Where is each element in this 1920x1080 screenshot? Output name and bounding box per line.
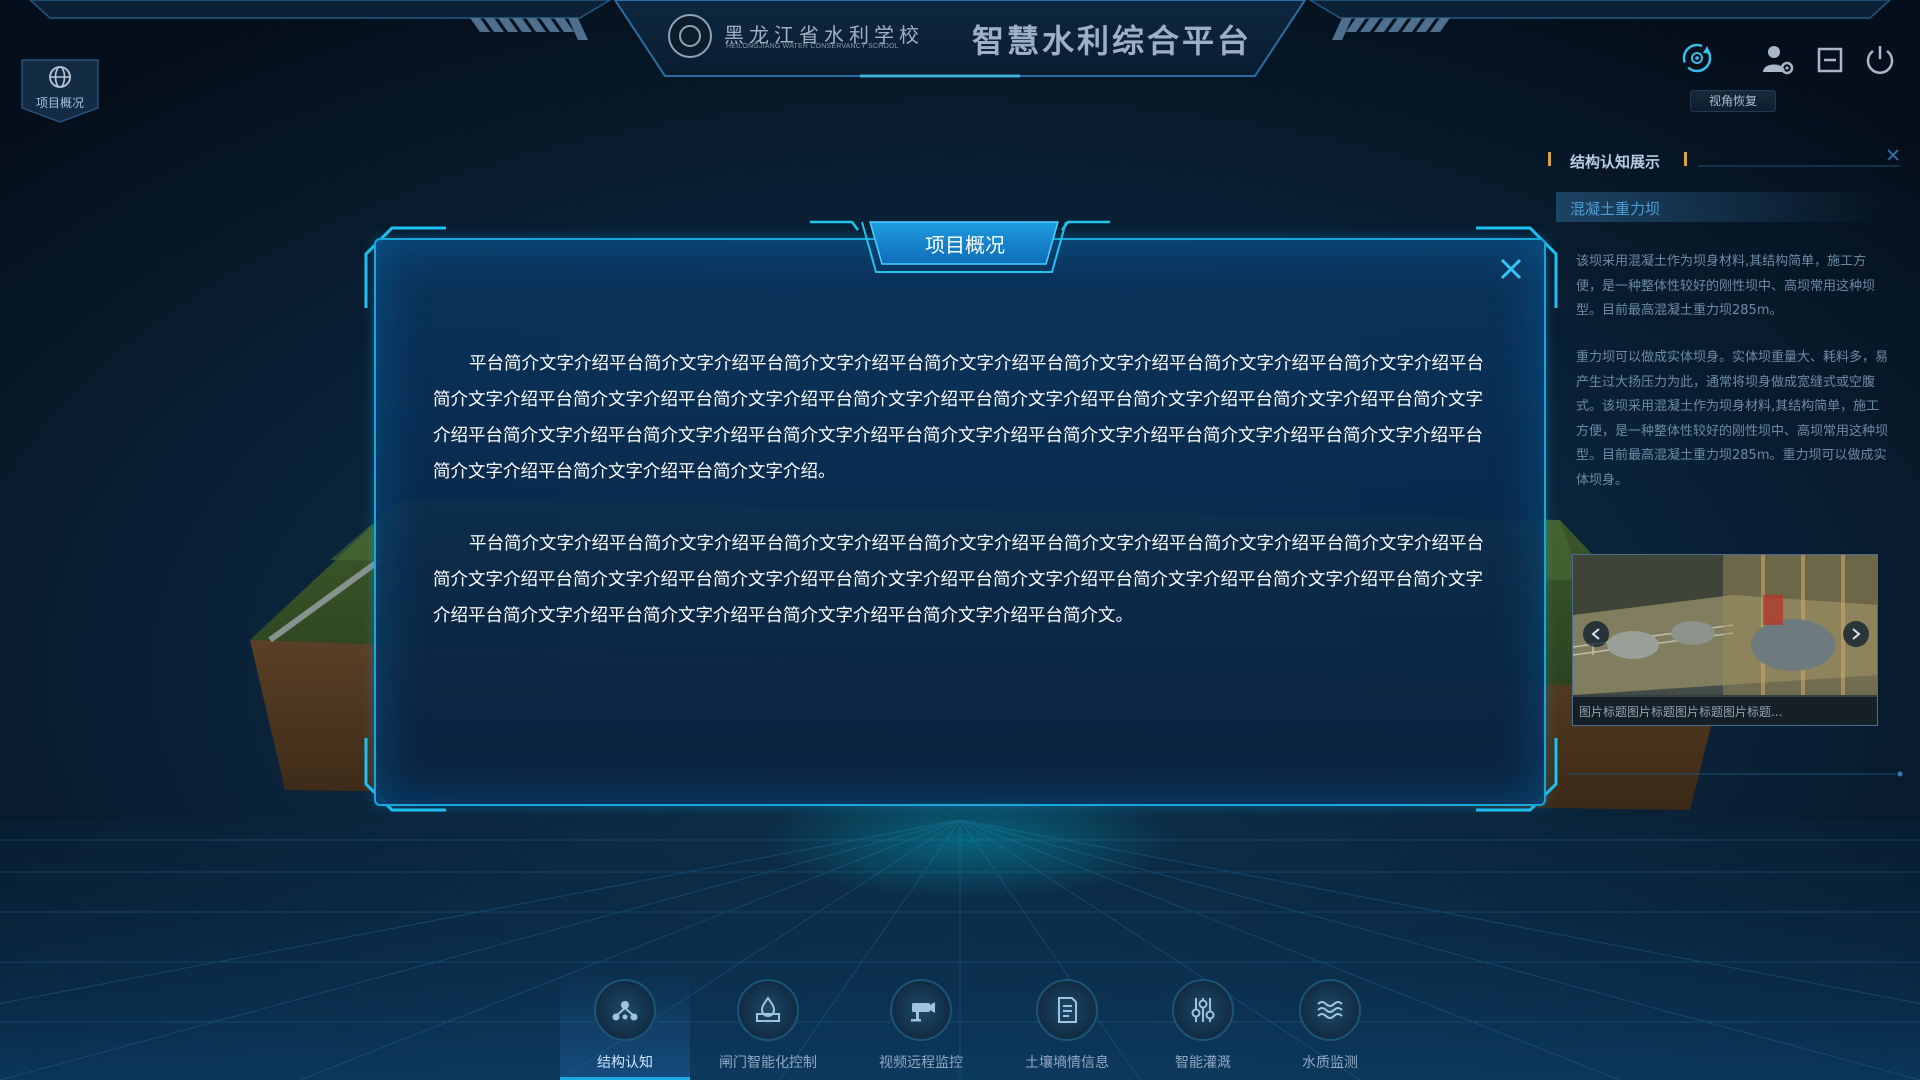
nav-icon-circle [1036, 979, 1098, 1041]
power-icon [1866, 46, 1894, 74]
minimize-button[interactable] [1810, 40, 1850, 80]
nav-icon-circle [594, 979, 656, 1041]
gallery-next-button[interactable] [1843, 621, 1869, 647]
nav-icon-circle [1299, 979, 1361, 1041]
reset-view-label: 视角恢复 [1690, 90, 1776, 112]
structure-info-panel: 结构认知展示 混凝土重力坝 该坝采用混凝土作为坝身材料,其结构简单，施工方便，是… [1548, 144, 1908, 784]
reset-view-icon [1682, 43, 1712, 73]
nav-smart-irrigation[interactable]: 智能灌溉 [1138, 970, 1268, 1080]
chevron-left-icon [1591, 628, 1600, 640]
app-root: 黑龙江省水利学校 HEILONGJIANG WATER CONSERVANCY … [0, 0, 1920, 1080]
nav-video-monitor[interactable]: 视频远程监控 [856, 970, 986, 1080]
nav-gate-control[interactable]: 闸门智能化控制 [703, 970, 833, 1080]
gallery-caption: 图片标题图片标题图片标题图片标题... [1579, 705, 1783, 719]
app-title: 智慧水利综合平台 [972, 22, 1253, 60]
bottom-nav: 结构认知 闸门智能化控制 视频远程监控 土壤墒情信息 智能灌溉 水质监测 [560, 970, 1361, 1080]
panel-description: 该坝采用混凝土作为坝身材料,其结构简单，施工方便，是一种整体性较好的刚性坝中、高… [1576, 254, 1876, 318]
nav-icon-circle [1172, 979, 1234, 1041]
user-settings-button[interactable] [1758, 40, 1798, 80]
nav-icon-circle [737, 979, 799, 1041]
panel-subtitle-bar: 混凝土重力坝 [1556, 192, 1886, 222]
document-icon [1058, 997, 1077, 1023]
nav-label: 结构认知 [597, 1055, 653, 1071]
modal-title: 项目概况 [925, 233, 1005, 257]
project-overview-modal: 项目概况 平台简介文字介绍平台简介文字介绍平台简介文字介绍平台简介文字介绍平台简… [362, 218, 1560, 818]
image-gallery[interactable]: 图片标题图片标题图片标题图片标题... [1572, 554, 1878, 726]
modal-close-icon[interactable] [1496, 254, 1526, 284]
globe-icon [49, 66, 71, 88]
structure-icon [612, 1001, 638, 1021]
close-icon[interactable] [1884, 146, 1902, 164]
chevron-right-icon [1852, 628, 1861, 640]
gallery-prev-button[interactable] [1583, 621, 1609, 647]
modal-paragraph-2: 平台简介文字介绍平台简介文字介绍平台简介文字介绍平台简介文字介绍平台简介文字介绍… [433, 534, 1484, 626]
minimize-icon [1817, 47, 1843, 73]
modal-content: 平台简介文字介绍平台简介文字介绍平台简介文字介绍平台简介文字介绍平台简介文字介绍… [433, 346, 1493, 670]
gate-control-icon [756, 996, 780, 1022]
sliders-icon [1191, 998, 1215, 1022]
water-waves-icon [1317, 1001, 1343, 1019]
panel-title: 结构认知展示 [1570, 153, 1661, 171]
panel-subtitle: 混凝土重力坝 [1570, 200, 1661, 218]
nav-icon-circle [890, 979, 952, 1041]
school-logo [668, 14, 712, 58]
header-frame [28, 0, 1892, 78]
reset-view-button[interactable] [1677, 38, 1717, 78]
nav-label: 土壤墒情信息 [1025, 1055, 1109, 1071]
panel-bottom-line [1568, 771, 1903, 777]
nav-label: 水质监测 [1302, 1055, 1358, 1071]
nav-water-quality[interactable]: 水质监测 [1265, 970, 1395, 1080]
modal-paragraph-1: 平台简介文字介绍平台简介文字介绍平台简介文字介绍平台简介文字介绍平台简介文字介绍… [433, 354, 1484, 482]
nav-label: 智能灌溉 [1175, 1055, 1231, 1071]
nav-label: 闸门智能化控制 [719, 1055, 817, 1071]
nav-structure[interactable]: 结构认知 [560, 970, 690, 1080]
overview-tab-label: 项目概况 [35, 96, 84, 110]
project-overview-tab[interactable]: 项目概况 [20, 58, 100, 124]
nav-soil-moisture[interactable]: 土壤墒情信息 [1002, 970, 1132, 1080]
power-button[interactable] [1860, 40, 1900, 80]
nav-label: 视频远程监控 [879, 1055, 963, 1071]
camera-icon [911, 1002, 935, 1022]
user-settings-icon [1763, 46, 1794, 75]
panel-description-2: 重力坝可以做成实体坝身。实体坝重量大、耗料多，易产生过大扬压力为此，通常将坝身做… [1576, 350, 1889, 488]
header-bar: 黑龙江省水利学校 HEILONGJIANG WATER CONSERVANCY … [0, 0, 1920, 112]
school-name-en: HEILONGJIANG WATER CONSERVANCY SCHOOL [726, 43, 899, 50]
gallery-caption-bar: 图片标题图片标题图片标题图片标题... [1573, 697, 1877, 725]
